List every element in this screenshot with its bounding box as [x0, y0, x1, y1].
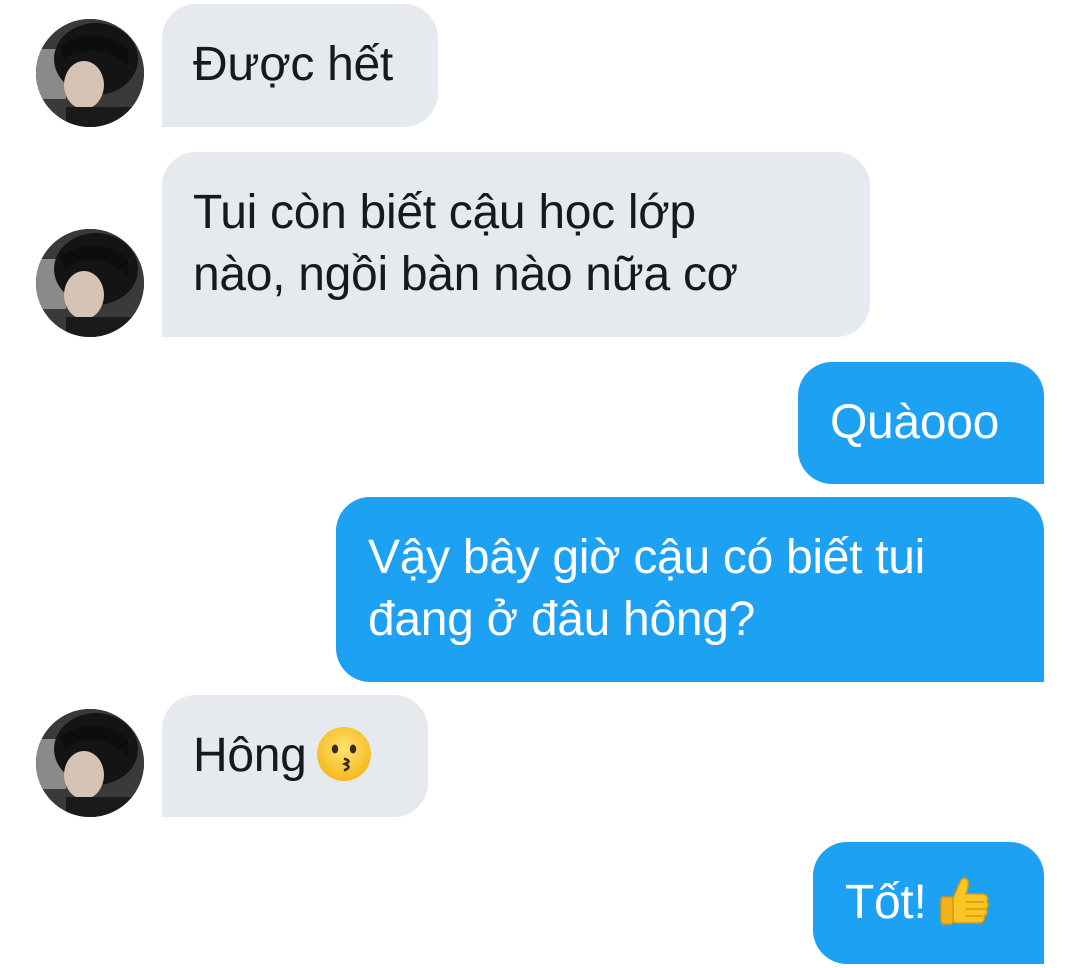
message-bubble-incoming[interactable]: Tui còn biết cậu học lớp nào, ngồi bàn n…: [162, 152, 870, 337]
thumbs-up-icon: [935, 872, 993, 930]
avatar-photo: [36, 229, 144, 337]
message-bubble-incoming[interactable]: Được hết: [162, 4, 438, 127]
kissing-face-icon: [315, 725, 373, 783]
message-text: Quàooo: [830, 396, 1000, 449]
avatar-photo: [36, 709, 144, 817]
message-text-line: Vậy bây giờ cậu có biết tui: [368, 531, 926, 584]
message-text-line: đang ở đâu hông?: [368, 593, 756, 646]
avatar[interactable]: [36, 19, 144, 127]
message-bubble-incoming[interactable]: Hông: [162, 695, 428, 817]
avatar[interactable]: [36, 229, 144, 337]
message-bubble-outgoing[interactable]: Tốt!: [813, 842, 1044, 964]
message-text: Hông: [193, 729, 307, 782]
avatar[interactable]: [36, 709, 144, 817]
message-text: Được hết: [193, 38, 393, 91]
avatar-photo: [36, 19, 144, 127]
message-text: Tốt!: [845, 876, 927, 929]
message-text-line: Tui còn biết cậu học lớp: [193, 186, 696, 239]
message-bubble-outgoing[interactable]: Quàooo: [798, 362, 1044, 484]
message-bubble-outgoing[interactable]: Vậy bây giờ cậu có biết tui đang ở đâu h…: [336, 497, 1044, 682]
message-text-line: nào, ngồi bàn nào nữa cơ: [193, 248, 738, 301]
